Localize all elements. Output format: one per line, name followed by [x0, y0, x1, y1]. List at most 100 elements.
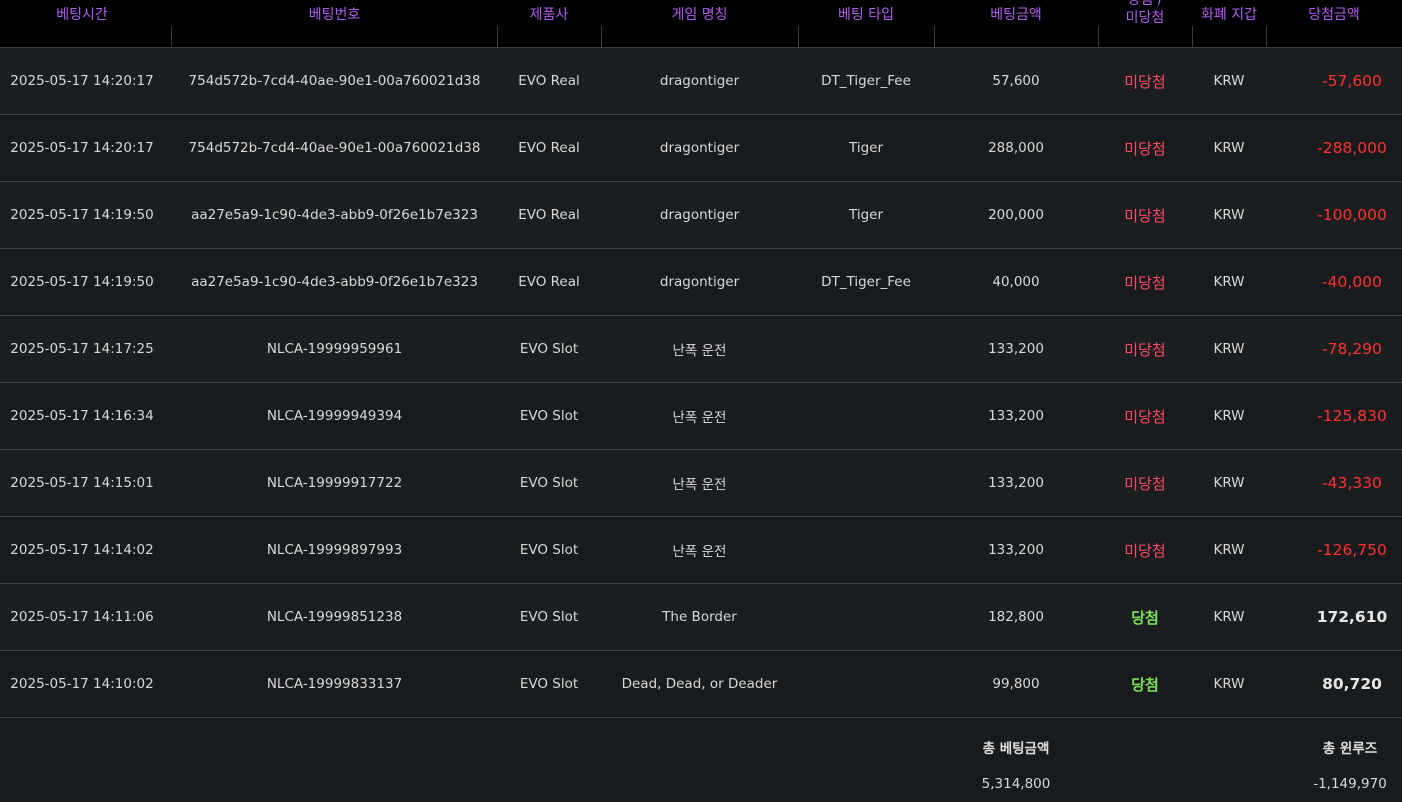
bet-id-cell: NLCA-19999897993 [266, 542, 403, 558]
table-row[interactable]: 2025-05-17 14:20:17 754d572b-7cd4-40ae-90… [0, 115, 1402, 182]
header-bet-type[interactable]: 베팅 타입 [798, 0, 934, 47]
header-bet-time[interactable]: 베팅시간 [0, 0, 164, 47]
bet-time-cell: 2025-05-17 14:10:02 [10, 676, 154, 692]
result-status-cell: 미당첨 [1124, 139, 1166, 158]
provider-cell: EVO Real [518, 274, 580, 290]
bet-type-cell [798, 383, 934, 449]
bet-time-cell: 2025-05-17 14:19:50 [10, 207, 154, 223]
result-status-cell: 미당첨 [1124, 541, 1166, 560]
bet-amount-cell: 133,200 [988, 542, 1044, 558]
result-status-cell: 미당첨 [1124, 72, 1166, 91]
provider-cell: EVO Slot [519, 408, 579, 424]
game-name-cell: 난폭 운전 [672, 477, 727, 493]
table-row[interactable]: 2025-05-17 14:15:01 NLCA-19999917722 EVO S… [0, 450, 1402, 517]
game-name-cell: dragontiger [659, 140, 740, 156]
header-provider[interactable]: 제품사 [497, 0, 601, 47]
bet-type-cell [798, 651, 934, 717]
bet-type-cell: DT_Tiger_Fee [821, 274, 911, 290]
bet-type-cell [798, 584, 934, 650]
bet-time-cell: 2025-05-17 14:14:02 [10, 542, 154, 558]
provider-cell: EVO Real [518, 207, 580, 223]
header-bet-amount[interactable]: 베팅금액 [934, 0, 1098, 47]
header-game-name[interactable]: 게임 명칭 [601, 0, 798, 47]
result-status-cell: 미당첨 [1124, 407, 1166, 426]
bet-amount-cell: 200,000 [988, 207, 1044, 223]
result-status-cell: 미당첨 [1124, 474, 1166, 493]
win-amount-cell: -125,830 [1317, 407, 1387, 425]
game-name-cell: 난폭 운전 [672, 410, 727, 426]
win-amount-cell: -126,750 [1317, 541, 1387, 559]
table-row[interactable]: 2025-05-17 14:11:06 NLCA-19999851238 EVO S… [0, 584, 1402, 651]
total-winloss-value: -1,149,970 [1313, 776, 1387, 792]
table-row[interactable]: 2025-05-17 14:14:02 NLCA-19999897993 EVO S… [0, 517, 1402, 584]
game-name-cell: dragontiger [659, 207, 740, 223]
bet-time-cell: 2025-05-17 14:16:34 [10, 408, 154, 424]
bet-time-cell: 2025-05-17 14:19:50 [10, 274, 154, 290]
win-amount-cell: -78,290 [1322, 340, 1382, 358]
result-status-cell: 미당첨 [1124, 273, 1166, 292]
header-currency[interactable]: 화폐 지갑 [1192, 0, 1266, 47]
bet-type-cell: Tiger [848, 140, 883, 156]
bet-id-cell: NLCA-19999949394 [266, 408, 403, 424]
bet-id-cell: aa27e5a9-1c90-4de3-abb9-0f26e1b7e323 [191, 207, 478, 223]
currency-cell: KRW [1213, 676, 1245, 692]
provider-cell: EVO Real [518, 140, 580, 156]
bet-time-cell: 2025-05-17 14:11:06 [10, 609, 154, 625]
header-bet-id[interactable]: 베팅번호 [172, 0, 497, 47]
table-row[interactable]: 2025-05-17 14:20:17 754d572b-7cd4-40ae-90… [0, 48, 1402, 115]
win-amount-cell: -40,000 [1322, 273, 1382, 291]
total-bet-value: 5,314,800 [981, 776, 1051, 792]
provider-cell: EVO Slot [519, 341, 579, 357]
bet-time-cell: 2025-05-17 14:15:01 [10, 475, 154, 491]
bet-id-cell: NLCA-19999959961 [266, 341, 403, 357]
bet-type-cell: DT_Tiger_Fee [821, 73, 911, 89]
bet-time-cell: 2025-05-17 14:20:17 [10, 140, 154, 156]
table-row[interactable]: 2025-05-17 14:19:50 aa27e5a9-1c90-4de3-ab… [0, 182, 1402, 249]
game-name-cell: 난폭 운전 [672, 343, 727, 359]
column-divider [497, 26, 498, 47]
bet-amount-cell: 99,800 [992, 676, 1040, 692]
header-result[interactable]: 당첨 / 미당첨 [1098, 0, 1192, 47]
provider-cell: EVO Slot [519, 609, 579, 625]
result-status-cell: 미당첨 [1124, 340, 1166, 359]
bet-id-cell: 754d572b-7cd4-40ae-90e1-00a760021d38 [188, 73, 481, 89]
bet-amount-cell: 40,000 [992, 274, 1040, 290]
win-amount-cell: -57,600 [1322, 72, 1382, 90]
result-status-cell: 미당첨 [1124, 206, 1166, 225]
header-win-amount[interactable]: 당첨금액 [1266, 0, 1402, 47]
provider-cell: EVO Slot [519, 676, 579, 692]
column-divider [1098, 26, 1099, 47]
table-row[interactable]: 2025-05-17 14:10:02 NLCA-19999833137 EVO S… [0, 651, 1402, 718]
bet-time-cell: 2025-05-17 14:20:17 [10, 73, 154, 89]
table-row[interactable]: 2025-05-17 14:19:50 aa27e5a9-1c90-4de3-ab… [0, 249, 1402, 316]
currency-cell: KRW [1213, 274, 1245, 290]
table-header: 베팅시간 베팅번호 제품사 게임 명칭 베팅 타입 베팅금액 당첨 / 미당첨 … [0, 0, 1402, 48]
bet-id-cell: aa27e5a9-1c90-4de3-abb9-0f26e1b7e323 [191, 274, 478, 290]
result-status-cell: 당첨 [1131, 608, 1159, 627]
bet-history-table-body: 2025-05-17 14:20:17 754d572b-7cd4-40ae-90… [0, 48, 1402, 718]
table-row[interactable]: 2025-05-17 14:17:25 NLCA-19999959961 EVO S… [0, 316, 1402, 383]
bet-amount-cell: 182,800 [988, 609, 1044, 625]
win-amount-cell: -43,330 [1322, 474, 1382, 492]
table-row[interactable]: 2025-05-17 14:16:34 NLCA-19999949394 EVO S… [0, 383, 1402, 450]
currency-cell: KRW [1213, 73, 1245, 89]
game-name-cell: Dead, Dead, or Deader [621, 676, 778, 692]
total-winloss-label: 총 윈루즈 [1322, 741, 1378, 757]
bet-id-cell: 754d572b-7cd4-40ae-90e1-00a760021d38 [188, 140, 481, 156]
bet-type-cell [798, 450, 934, 516]
column-divider [171, 26, 172, 47]
win-amount-cell: 172,610 [1316, 608, 1388, 626]
game-name-cell: dragontiger [659, 73, 740, 89]
bet-amount-cell: 133,200 [988, 408, 1044, 424]
win-amount-cell: -288,000 [1317, 139, 1387, 157]
column-divider [1266, 26, 1267, 47]
game-name-cell: dragontiger [659, 274, 740, 290]
currency-cell: KRW [1213, 475, 1245, 491]
bet-time-cell: 2025-05-17 14:17:25 [10, 341, 154, 357]
provider-cell: EVO Real [518, 73, 580, 89]
game-name-cell: The Border [662, 609, 737, 625]
currency-cell: KRW [1213, 542, 1245, 558]
bet-amount-cell: 133,200 [988, 341, 1044, 357]
bet-id-cell: NLCA-19999851238 [266, 609, 403, 625]
column-divider [1192, 26, 1193, 47]
